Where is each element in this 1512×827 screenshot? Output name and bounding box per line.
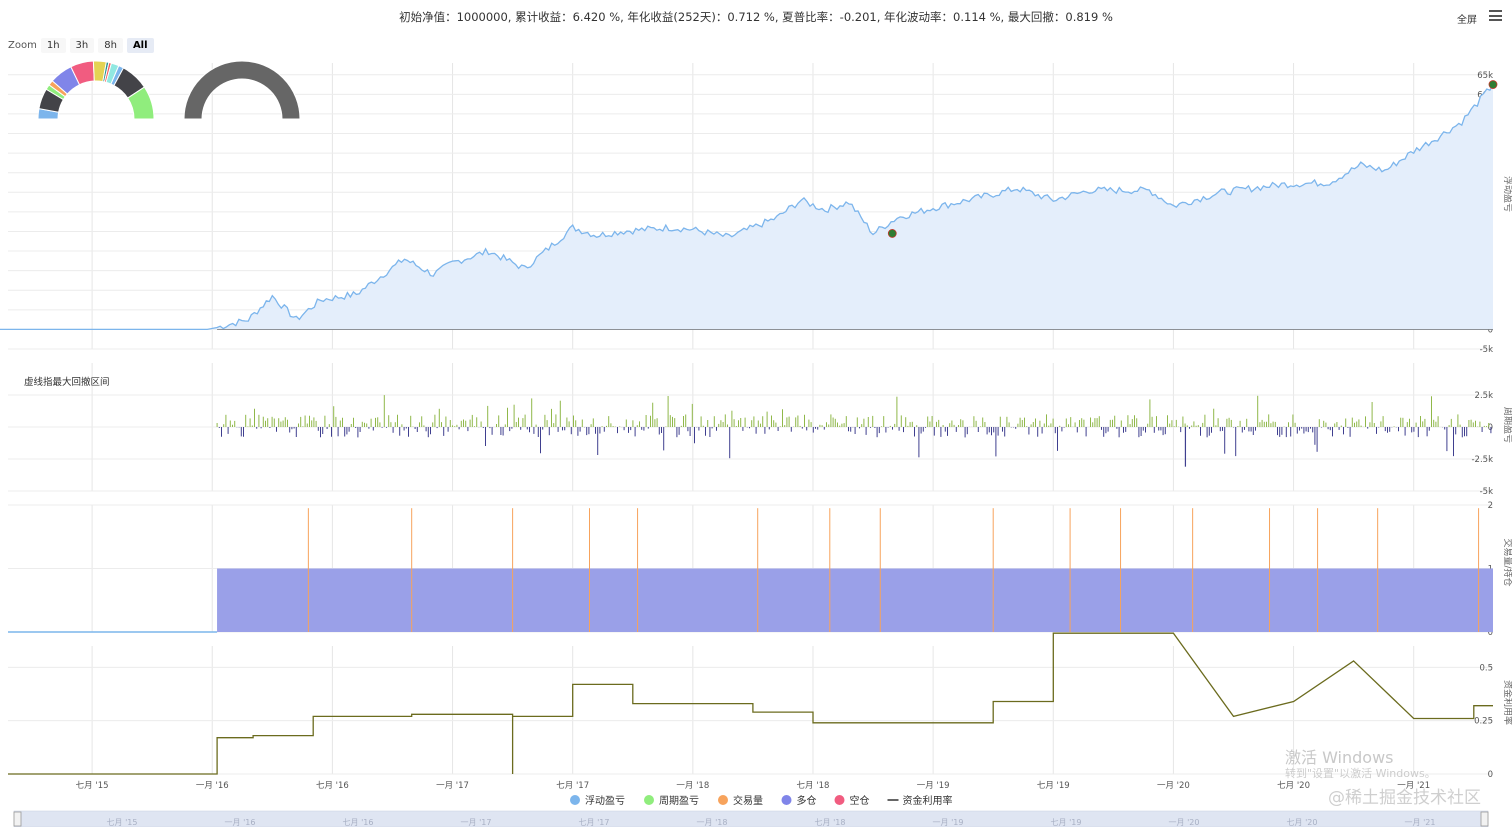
navigator-label: 七月 '18 (815, 818, 846, 827)
navigator-label: 一月 '18 (697, 818, 728, 827)
y-tick-label: 2.5k (1475, 391, 1494, 401)
legend-item-资金利用率[interactable]: 资金利用率 (887, 794, 953, 807)
legend-item-浮动盈亏[interactable]: 浮动盈亏 (570, 795, 625, 807)
navigator-label: 一月 '17 (461, 818, 492, 827)
legend-symbol (644, 795, 654, 805)
y-tick-label: 2 (1488, 501, 1493, 511)
x-tick-label: 七月 '19 (1037, 781, 1070, 791)
legend-symbol (570, 795, 580, 805)
y-tick-label: 0 (1488, 770, 1493, 780)
navigator-handle-right[interactable] (1480, 811, 1489, 827)
x-tick-label: 一月 '16 (196, 781, 229, 791)
x-tick-label: 一月 '19 (917, 781, 950, 791)
x-tick-label: 七月 '15 (76, 781, 109, 791)
x-tick-label: 七月 '18 (797, 781, 830, 791)
navigator-label: 一月 '16 (225, 818, 256, 827)
y-tick-label: -5k (1480, 345, 1493, 355)
y-tick-label: 65k (1477, 71, 1493, 81)
navigator-label: 一月 '21 (1405, 818, 1436, 827)
x-axis: 七月 '15 一月 '16 七月 '16 一月 '17 七月 '17 一月 '18 七月 '… (76, 781, 1430, 791)
trade-distribution-donut (37, 60, 155, 120)
y-axis-label: 资金利用率 (1502, 680, 1512, 725)
navigator-label: 七月 '20 (1287, 818, 1318, 827)
pnl-panel: 2.5k0-2.5k-5k虚线指最大回撤区间周期盈亏 (8, 376, 1512, 497)
legend-symbol (834, 795, 845, 805)
navigator-label: 一月 '20 (1169, 818, 1200, 827)
x-tick-label: 七月 '17 (556, 781, 589, 791)
legend: 浮动盈亏 周期盈亏 交易量 多仓 空仓 资金利用率 (570, 794, 953, 807)
chart-title: 虚线指最大回撤区间 (24, 376, 110, 388)
navigator-label: 一月 '19 (933, 818, 964, 827)
position-panel: 210交易量/持仓 (8, 501, 1512, 638)
legend-label: 空仓 (850, 794, 870, 807)
activation-watermark-hint: 转到"设置"以激活 Windows。 (1285, 767, 1436, 780)
y-tick-label: -5k (1480, 487, 1493, 497)
drawdown-marker (887, 229, 897, 238)
drawdown-marker (1488, 80, 1498, 89)
legend-label: 资金利用率 (903, 794, 953, 807)
y-tick-label: 0.25 (1474, 717, 1493, 727)
donut-slice (183, 60, 301, 120)
x-tick-label: 一月 '18 (676, 781, 709, 791)
legend-item-交易量[interactable]: 交易量 (718, 794, 763, 807)
legend-symbol (781, 795, 792, 805)
x-tick-label: 一月 '20 (1157, 781, 1190, 791)
legend-label: 多仓 (797, 794, 817, 807)
legend-label: 浮动盈亏 (585, 795, 625, 807)
y-axis-label: 周期盈亏 (1502, 407, 1512, 443)
x-tick-label: 七月 '16 (316, 781, 349, 791)
navigator-label: 七月 '17 (579, 818, 610, 827)
legend-item-空仓[interactable]: 空仓 (834, 794, 870, 807)
navigator-handle-left[interactable] (13, 811, 22, 827)
y-axis-label: 交易量/持仓 (1502, 539, 1512, 587)
legend-symbol (718, 795, 728, 805)
navigator: 七月 '15 一月 '16 七月 '16 一月 '17 七月 '17 一月 '18 七月 '… (13, 810, 1489, 827)
position-gauge-donut (183, 60, 301, 120)
legend-label: 交易量 (733, 794, 763, 807)
long-position-area (217, 568, 1494, 632)
x-tick-label: 一月 '17 (436, 781, 469, 791)
x-tick-label: 七月 '20 (1277, 781, 1310, 791)
utilization-line (8, 632, 1493, 775)
equity-panel: 65k60k55k50k45k40k35k30k25k20k15k10k5k0-… (0, 71, 1512, 355)
backtest-chart: 65k60k55k50k45k40k35k30k25k20k15k10k5k0-… (0, 60, 1512, 827)
site-watermark: @稀土掘金技术社区 (1328, 788, 1481, 808)
navigator-label: 七月 '19 (1051, 818, 1082, 827)
legend-item-周期盈亏[interactable]: 周期盈亏 (644, 795, 699, 807)
y-axis-label: 浮动盈亏 (1502, 176, 1512, 212)
legend-label: 周期盈亏 (659, 795, 699, 807)
equity-area (0, 84, 1493, 330)
navigator-label: 七月 '15 (107, 818, 138, 827)
navigator-label: 七月 '16 (343, 818, 374, 827)
y-tick-label: 0.5 (1479, 663, 1493, 673)
y-tick-label: -2.5k (1471, 455, 1493, 465)
legend-item-多仓[interactable]: 多仓 (781, 794, 817, 807)
